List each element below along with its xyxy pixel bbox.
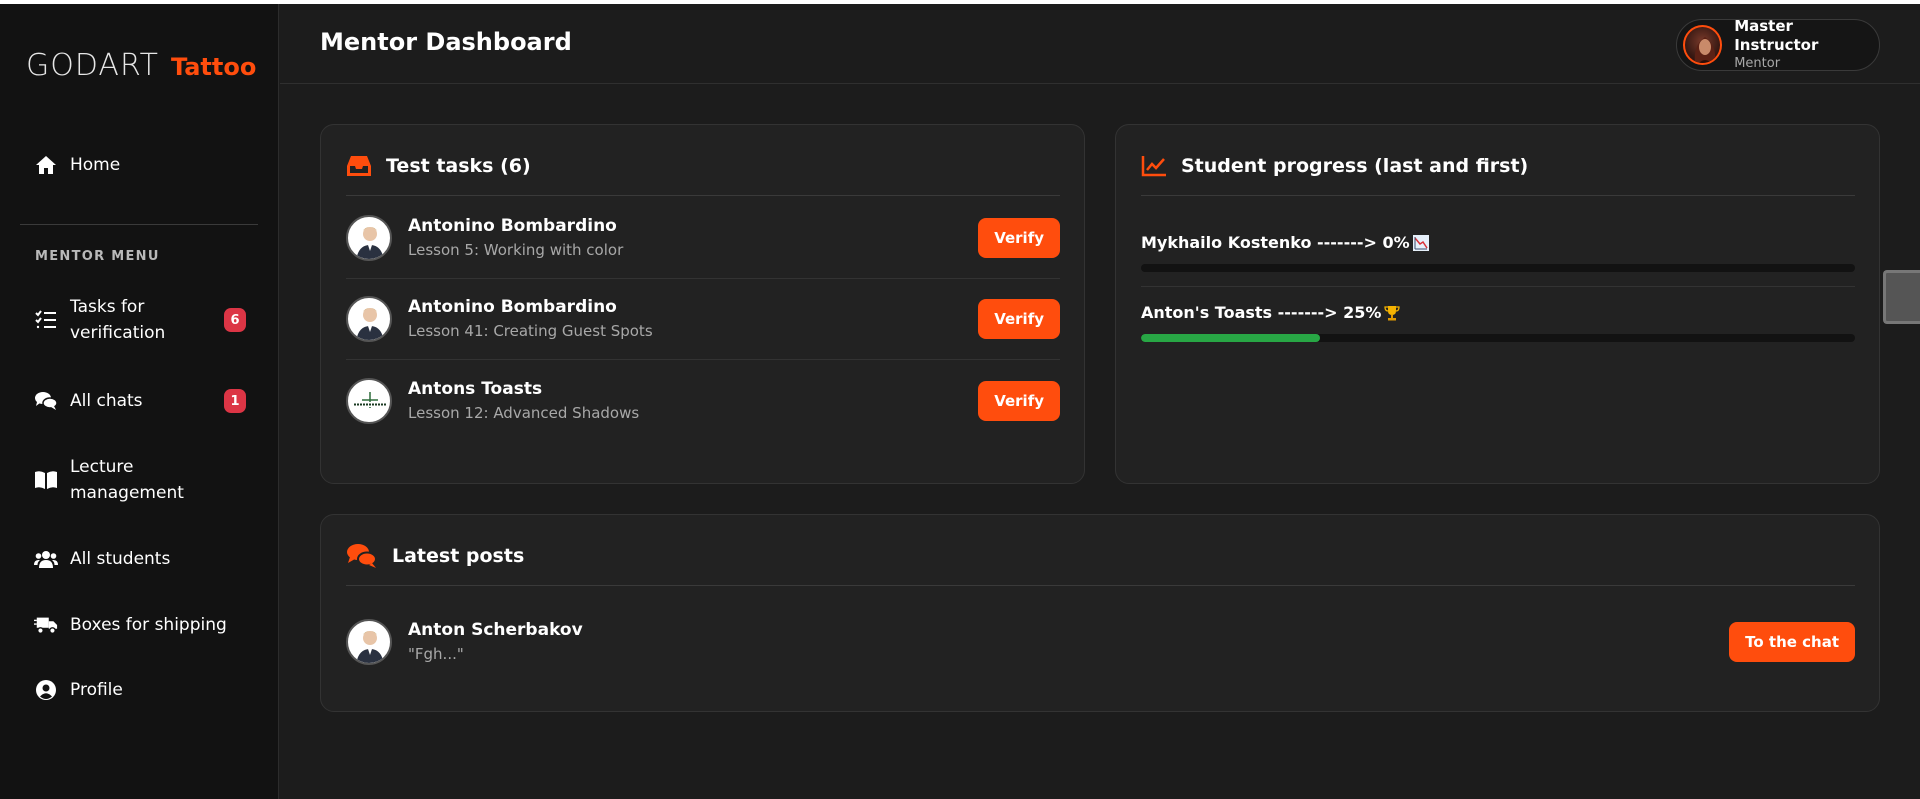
sidebar-item-students[interactable]: All students — [34, 546, 246, 572]
sidebar-item-label: Profile — [70, 680, 123, 700]
post-author: Anton Scherbakov — [408, 619, 583, 640]
progress-divider — [1141, 286, 1855, 287]
table-row: Antonino Bombardino Lesson 5: Working wi… — [346, 198, 1060, 279]
avatar — [346, 296, 392, 342]
sidebar-item-home[interactable]: Home — [34, 152, 246, 178]
sidebar-item-shipping[interactable]: Boxes for shipping — [34, 612, 246, 638]
progress-label: Anton's Toasts -------> 25% — [1141, 303, 1382, 322]
scroll-handle[interactable] — [1883, 270, 1920, 324]
chats-count-badge: 1 — [224, 389, 246, 413]
user-role: Mentor — [1734, 56, 1781, 71]
user-name: Master Instructor — [1734, 17, 1819, 54]
tasks-count-badge: 6 — [224, 308, 246, 332]
verify-button[interactable]: Verify — [978, 380, 1060, 421]
verify-button[interactable]: Verify — [978, 218, 1060, 258]
progress-item: Anton's Toasts -------> 25% — [1141, 303, 1855, 342]
progress-fill — [1141, 334, 1320, 342]
chats-icon — [34, 389, 58, 413]
brand-name: GODART — [26, 48, 159, 83]
avatar — [346, 618, 392, 665]
brand-logo[interactable]: GODART Tattoo — [26, 48, 256, 83]
progress-bar — [1141, 264, 1855, 272]
line-chart-icon — [1141, 153, 1167, 179]
card-divider — [1141, 195, 1855, 196]
sidebar-item-label: Home — [70, 155, 121, 175]
sidebar-divider — [20, 224, 258, 225]
latest-posts-title: Latest posts — [392, 545, 525, 567]
student-name: Antonino Bombardino — [408, 297, 617, 317]
brand-tattoo: Tattoo — [170, 53, 257, 81]
progress-item: Mykhailo Kostenko -------> 0% — [1141, 233, 1855, 272]
lesson-title: Lesson 12: Advanced Shadows — [408, 403, 640, 422]
verify-button[interactable]: Verify — [978, 299, 1060, 339]
user-menu[interactable]: Master Instructor Mentor — [1676, 17, 1880, 71]
test-tasks-title: Test tasks (6) — [386, 155, 531, 177]
list-item: Anton Scherbakov "Fgh..." To the chat — [346, 601, 1855, 682]
chats-icon — [346, 543, 378, 569]
card-title: Latest posts — [346, 543, 524, 569]
table-row: Antonino Bombardino Lesson 41: Creating … — [346, 279, 1060, 360]
sidebar-item-label: Boxes for shipping — [70, 615, 227, 635]
post-excerpt: "Fgh..." — [408, 644, 464, 663]
lesson-title: Lesson 5: Working with color — [408, 241, 624, 259]
progress-bar — [1141, 334, 1855, 342]
avatar — [1683, 25, 1723, 65]
inbox-icon — [346, 153, 372, 179]
card-divider — [346, 195, 1060, 196]
to-chat-button[interactable]: To the chat — [1729, 621, 1855, 662]
card-title: Student progress (last and first) — [1141, 153, 1528, 179]
student-name: Antonino Bombardino — [408, 216, 617, 236]
users-icon — [34, 547, 58, 571]
progress-label: Mykhailo Kostenko -------> 0% — [1141, 233, 1410, 252]
top-header: Mentor Dashboard Master Instructor Mento… — [280, 4, 1920, 84]
trophy-icon — [1384, 305, 1401, 321]
sidebar: GODART Tattoo Home MENTOR MENU Tasks for… — [0, 4, 279, 799]
test-tasks-card: Test tasks (6) Antonino Bombardino Lesso… — [320, 124, 1085, 484]
sidebar-item-profile[interactable]: Profile — [34, 677, 246, 703]
page-title: Mentor Dashboard — [320, 28, 572, 56]
sidebar-item-label: All students — [70, 549, 171, 569]
card-divider — [346, 585, 1855, 586]
sidebar-item-label: Tasks for verification — [70, 297, 166, 343]
avatar — [346, 215, 392, 261]
truck-icon — [34, 613, 58, 637]
chart-down-icon — [1412, 234, 1429, 251]
student-name: Antons Toasts — [408, 378, 543, 399]
student-progress-title: Student progress (last and first) — [1181, 155, 1529, 177]
card-title: Test tasks (6) — [346, 153, 531, 179]
home-icon — [34, 153, 58, 177]
sidebar-item-tasks[interactable]: Tasks for verification 6 — [34, 294, 246, 346]
sidebar-item-label: All chats — [70, 391, 143, 411]
sidebar-item-lectures[interactable]: Lecture management — [34, 454, 246, 506]
sidebar-item-chats[interactable]: All chats 1 — [34, 388, 246, 414]
user-circle-icon — [34, 678, 58, 702]
table-row: Antons Toasts Lesson 12: Advanced Shadow… — [346, 360, 1060, 441]
student-progress-card: Student progress (last and first) Mykhai… — [1115, 124, 1880, 484]
avatar — [346, 377, 392, 424]
tasks-icon — [34, 308, 58, 332]
sidebar-item-label: Lecture management — [70, 457, 184, 503]
book-icon — [34, 468, 58, 492]
lesson-title: Lesson 41: Creating Guest Spots — [408, 322, 653, 340]
sidebar-section-title: MENTOR MENU — [35, 249, 160, 264]
latest-posts-card: Latest posts Anton Scherbakov "Fgh..." T… — [320, 514, 1880, 712]
